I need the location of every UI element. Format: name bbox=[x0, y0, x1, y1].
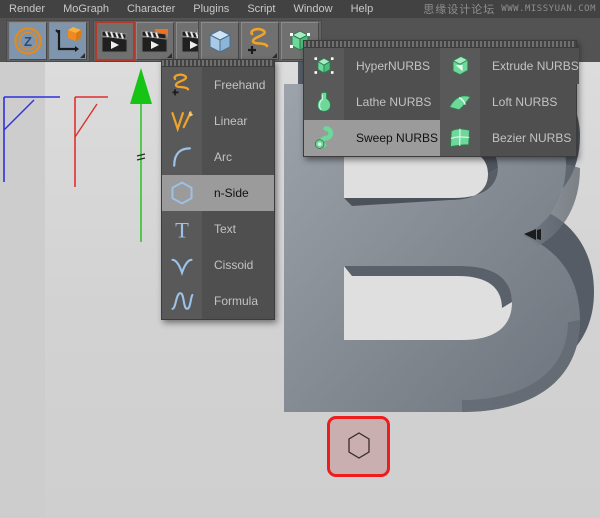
menu-label-formula: Formula bbox=[202, 283, 274, 319]
spline-formula-icon bbox=[162, 283, 202, 319]
menu-label-text: Text bbox=[202, 211, 274, 247]
menu-item-text[interactable]: T Text bbox=[162, 211, 274, 247]
menu-label-loft-nurbs: Loft NURBS bbox=[480, 84, 576, 120]
x-axis-icon bbox=[75, 97, 108, 187]
menu-label-extrude-nurbs: Extrude NURBS bbox=[480, 48, 579, 84]
menu-item-window[interactable]: Window bbox=[284, 0, 341, 18]
lathe-nurbs-icon bbox=[304, 84, 344, 120]
spline-flyout-button[interactable] bbox=[241, 22, 279, 60]
menu-item-help[interactable]: Help bbox=[342, 0, 383, 18]
sweep-nurbs-icon bbox=[304, 120, 344, 156]
axis-gizmo[interactable] bbox=[0, 62, 180, 242]
menu-label-n-side: n-Side bbox=[202, 175, 274, 211]
render-view-clapper-icon bbox=[100, 28, 130, 54]
menu-label-hypernurbs: HyperNURBS bbox=[344, 48, 440, 84]
menu-item-mograph[interactable]: MoGraph bbox=[54, 0, 118, 18]
zbrush-go-z-icon: Z bbox=[13, 26, 43, 56]
spline-flyout-menu[interactable]: Freehand Linear Arc bbox=[161, 59, 275, 320]
nurbs-column-left: HyperNURBS Lathe NURBS bbox=[304, 48, 440, 156]
nside-spline-selection[interactable] bbox=[327, 416, 390, 477]
spline-cissoid-icon bbox=[162, 247, 202, 283]
render-region-button[interactable] bbox=[136, 22, 174, 60]
n-side-polygon-spline-icon bbox=[344, 431, 374, 461]
menu-label-arc: Arc bbox=[202, 139, 274, 175]
svg-text:Z: Z bbox=[24, 34, 32, 49]
menu-item-n-side[interactable]: n-Side bbox=[162, 175, 274, 211]
cube-primitive-button[interactable] bbox=[201, 22, 239, 60]
menu-label-sweep-nurbs: Sweep NURBS bbox=[344, 120, 440, 156]
spline-nside-icon bbox=[162, 175, 202, 211]
axis-cube-icon bbox=[53, 26, 83, 56]
menu-item-sweep-nurbs[interactable]: Sweep NURBS bbox=[304, 120, 440, 156]
menu-item-extrude-nurbs[interactable]: Extrude NURBS bbox=[440, 48, 576, 84]
menu-item-loft-nurbs[interactable]: Loft NURBS bbox=[440, 84, 576, 120]
menu-label-cissoid: Cissoid bbox=[202, 247, 274, 283]
flyout-corner-marker bbox=[167, 53, 172, 58]
spline-arc-icon bbox=[162, 139, 202, 175]
spline-freehand-icon bbox=[162, 67, 202, 103]
menu-item-cissoid[interactable]: Cissoid bbox=[162, 247, 274, 283]
flyout-corner-marker bbox=[272, 53, 277, 58]
cube-primitive-icon bbox=[205, 26, 235, 56]
object-axis-button[interactable] bbox=[49, 22, 87, 60]
menu-item-linear[interactable]: Linear bbox=[162, 103, 274, 139]
menu-item-plugins[interactable]: Plugins bbox=[184, 0, 238, 18]
render-region-clapper-icon bbox=[140, 28, 170, 54]
menu-item-render[interactable]: Render bbox=[0, 0, 54, 18]
render-view-button[interactable] bbox=[96, 22, 134, 60]
flyout-corner-marker bbox=[80, 53, 85, 58]
menu-label-lathe-nurbs: Lathe NURBS bbox=[344, 84, 440, 120]
menu-item-script[interactable]: Script bbox=[238, 0, 284, 18]
menu-item-arc[interactable]: Arc bbox=[162, 139, 274, 175]
watermark-url: WWW.MISSYUAN.COM bbox=[501, 4, 596, 14]
extrude-nurbs-icon bbox=[440, 48, 480, 84]
menu-item-hypernurbs[interactable]: HyperNURBS bbox=[304, 48, 440, 84]
watermark-site-name: 思缘设计论坛 bbox=[423, 1, 495, 17]
y-axis-icon bbox=[130, 68, 152, 242]
hypernurbs-icon bbox=[304, 48, 344, 84]
menu-label-bezier-nurbs: Bezier NURBS bbox=[480, 120, 576, 156]
nurbs-flyout-menu[interactable]: HyperNURBS Lathe NURBS bbox=[303, 40, 577, 157]
menu-item-lathe-nurbs[interactable]: Lathe NURBS bbox=[304, 84, 440, 120]
menu-drag-grip[interactable] bbox=[162, 60, 274, 67]
nurbs-column-right: Extrude NURBS Loft NURBS bbox=[440, 48, 576, 156]
menu-item-freehand[interactable]: Freehand bbox=[162, 67, 274, 103]
menu-label-linear: Linear bbox=[202, 103, 274, 139]
menu-drag-grip[interactable] bbox=[304, 41, 576, 48]
spline-freehand-icon bbox=[245, 26, 275, 56]
watermark: 思缘设计论坛 WWW.MISSYUAN.COM bbox=[423, 0, 596, 18]
menu-label-freehand: Freehand bbox=[202, 67, 274, 103]
menu-item-formula[interactable]: Formula bbox=[162, 283, 274, 319]
menu-item-bezier-nurbs[interactable]: Bezier NURBS bbox=[440, 120, 576, 156]
spline-linear-icon bbox=[162, 103, 202, 139]
loft-nurbs-icon bbox=[440, 84, 480, 120]
toolbar-group-transform: Z bbox=[6, 20, 90, 62]
zbrush-go-z-button[interactable]: Z bbox=[9, 22, 47, 60]
menu-bar: Render MoGraph Character Plugins Script … bbox=[0, 0, 600, 18]
cinema4d-window: Render MoGraph Character Plugins Script … bbox=[0, 0, 600, 518]
menu-item-character[interactable]: Character bbox=[118, 0, 184, 18]
z-axis-icon bbox=[4, 97, 60, 182]
bezier-nurbs-icon bbox=[440, 120, 480, 156]
spline-text-icon: T bbox=[162, 211, 202, 247]
svg-text:T: T bbox=[175, 218, 189, 242]
